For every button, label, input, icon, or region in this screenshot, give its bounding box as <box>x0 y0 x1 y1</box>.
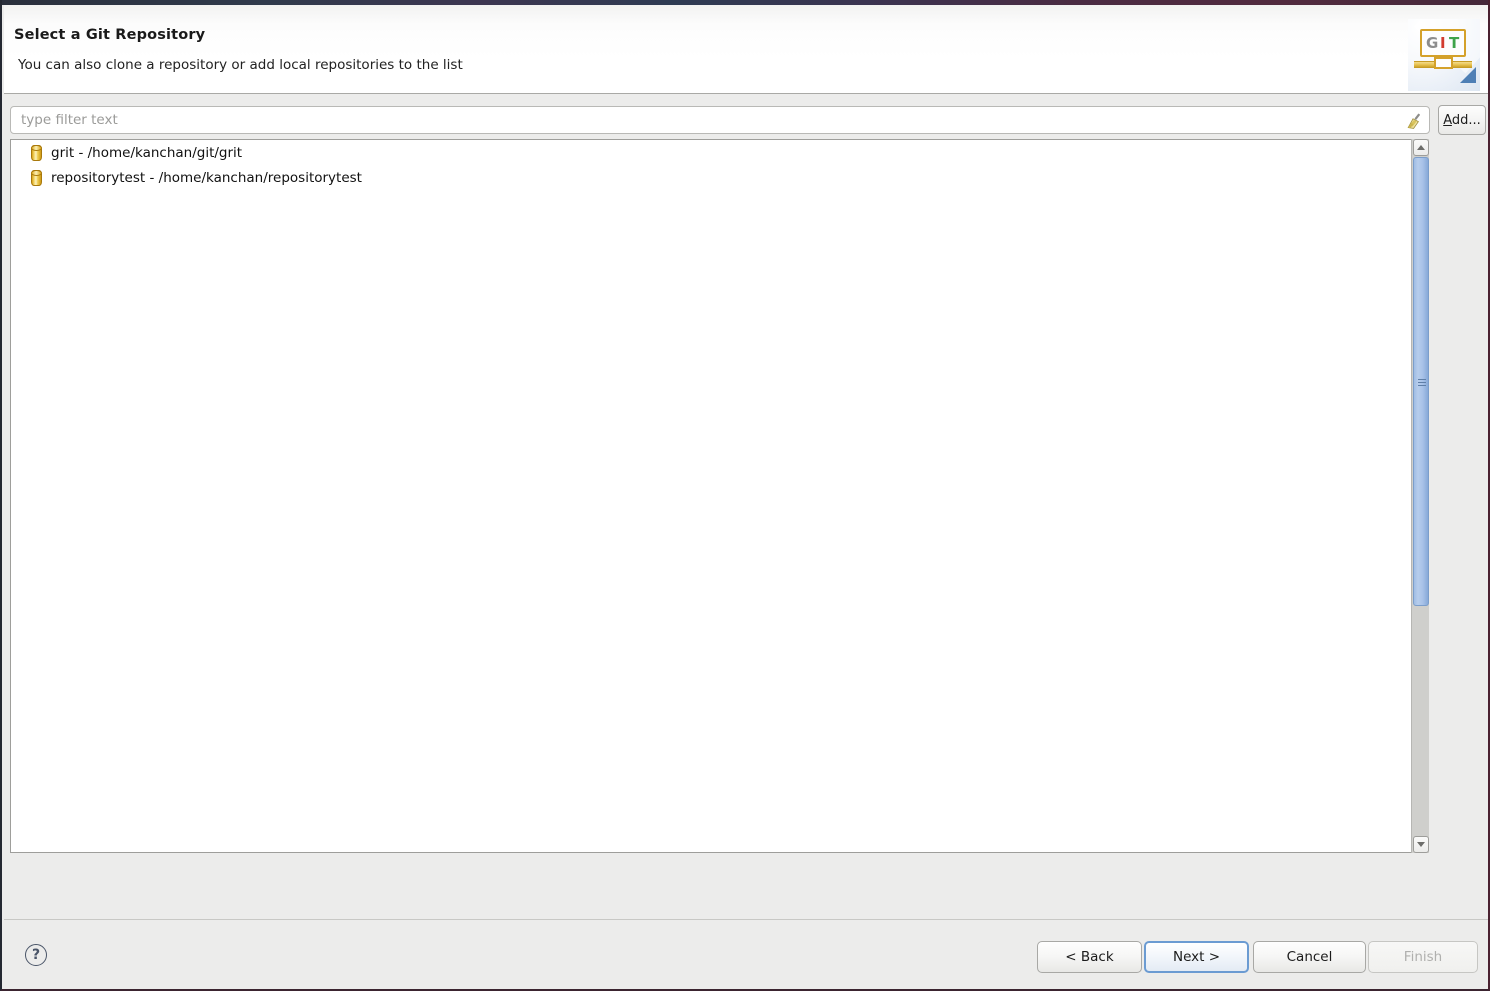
git-letter-i: I <box>1440 34 1446 52</box>
scrollbar-grip <box>1418 378 1426 386</box>
repository-list[interactable]: grit - /home/kanchan/git/grit repository… <box>10 139 1428 853</box>
git-letter-t: T <box>1449 34 1460 52</box>
page-title: Select a Git Repository <box>14 27 206 43</box>
git-letter-g: G <box>1426 34 1439 52</box>
scroll-up-glyph <box>1417 145 1425 150</box>
search-input[interactable] <box>19 107 1389 133</box>
cancel-button[interactable]: Cancel <box>1253 941 1366 973</box>
git-banner-stand <box>1434 57 1453 69</box>
git-plaque: G I T <box>1420 29 1466 57</box>
add-button-label: Add... <box>1443 112 1481 128</box>
list-item[interactable]: repositorytest - /home/kanchan/repositor… <box>11 165 1427 190</box>
repository-cylinder-icon <box>31 169 42 186</box>
page-subtitle: You can also clone a repository or add l… <box>18 57 463 73</box>
git-repository-wizard-dialog: Select a Git Repository You can also clo… <box>0 0 1490 991</box>
filter-field-wrapper[interactable] <box>10 106 1430 134</box>
chevron-down-icon[interactable] <box>1413 836 1429 853</box>
list-item[interactable]: grit - /home/kanchan/git/grit <box>11 140 1427 165</box>
scroll-down-glyph <box>1417 842 1425 847</box>
vertical-scrollbar[interactable] <box>1411 139 1429 853</box>
scrollbar-thumb[interactable] <box>1413 157 1429 606</box>
finish-button: Finish <box>1368 941 1478 973</box>
repository-cylinder-icon <box>31 144 42 161</box>
chevron-up-icon[interactable] <box>1413 139 1429 156</box>
list-item-label: grit - /home/kanchan/git/grit <box>51 144 243 161</box>
git-banner-icon: G I T <box>1408 19 1480 91</box>
filter-row: Add... <box>4 103 1488 137</box>
footer-separator <box>4 919 1488 920</box>
wizard-header: Select a Git Repository You can also clo… <box>4 5 1488 94</box>
help-icon[interactable]: ? <box>25 944 47 966</box>
list-item-label: repositorytest - /home/kanchan/repositor… <box>51 169 362 186</box>
next-button[interactable]: Next > <box>1144 941 1249 973</box>
back-button[interactable]: < Back <box>1037 941 1142 973</box>
add-repository-button[interactable]: Add... <box>1438 105 1486 135</box>
broom-icon[interactable] <box>1405 112 1423 130</box>
banner-triangle-icon <box>1460 67 1476 83</box>
